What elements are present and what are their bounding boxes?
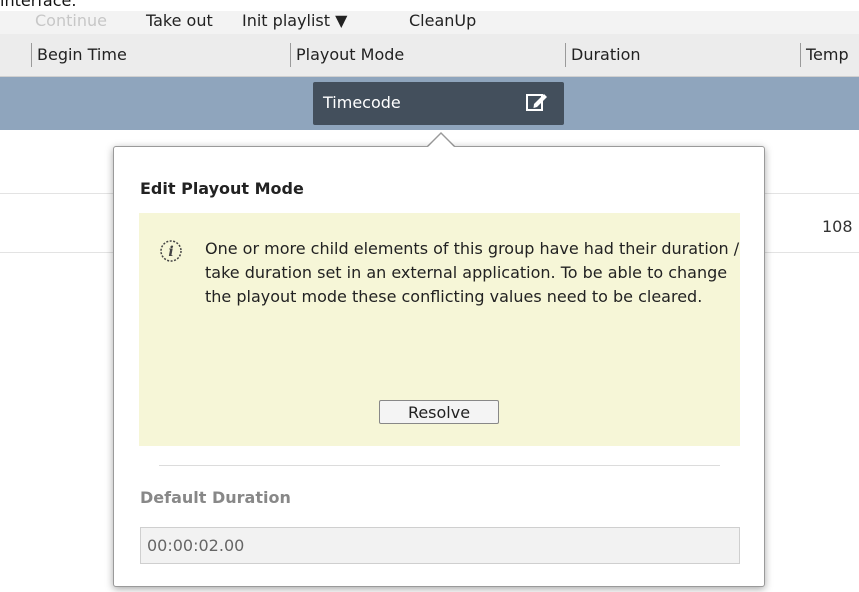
init-playlist-button[interactable]: Init playlist ▼: [242, 11, 347, 30]
info-icon: i: [159, 239, 183, 263]
popup-title: Edit Playout Mode: [140, 179, 304, 198]
take-out-button[interactable]: Take out: [146, 11, 213, 30]
column-duration[interactable]: Duration: [565, 43, 641, 67]
edit-playout-mode-popup: Edit Playout Mode i One or more child el…: [113, 146, 765, 587]
popup-arrow-inner: [428, 134, 454, 147]
warning-box: i One or more child elements of this gro…: [139, 213, 740, 446]
default-duration-field[interactable]: [140, 527, 740, 564]
playout-mode-pill[interactable]: Timecode: [313, 82, 564, 125]
default-duration-label: Default Duration: [140, 488, 291, 507]
divider: [159, 465, 720, 466]
row-temp-value: 108: [822, 217, 853, 236]
column-playout-mode[interactable]: Playout Mode: [290, 43, 404, 67]
top-caption: interface.: [0, 0, 77, 10]
edit-icon[interactable]: [525, 90, 549, 114]
toolbar: Continue Take out Init playlist ▼ CleanU…: [0, 11, 859, 34]
column-temp[interactable]: Temp: [800, 43, 849, 67]
column-header: Begin Time Playout Mode Duration Temp: [0, 34, 859, 77]
warning-text: One or more child elements of this group…: [205, 239, 740, 306]
resolve-button[interactable]: Resolve: [379, 400, 499, 424]
column-begin-time[interactable]: Begin Time: [31, 43, 127, 67]
continue-button[interactable]: Continue: [35, 11, 107, 30]
svg-text:i: i: [168, 244, 173, 260]
cleanup-button[interactable]: CleanUp: [409, 11, 476, 30]
playout-mode-value: Timecode: [323, 93, 401, 112]
